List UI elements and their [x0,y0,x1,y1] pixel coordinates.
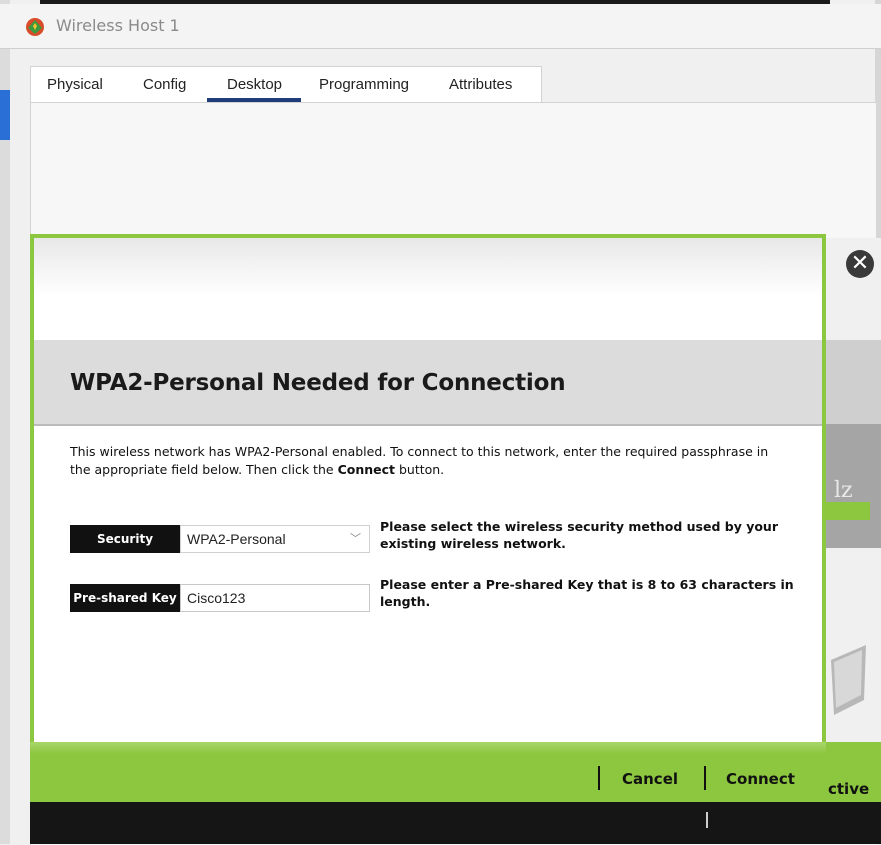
footer-highlight [30,742,826,754]
security-select-value: WPA2-Personal [187,531,286,547]
security-select[interactable]: WPA2-Personal ﹀ [180,525,370,553]
tab-desktop[interactable]: Desktop [227,76,282,93]
background-partial-button: ctive [828,780,870,798]
connect-separator [704,766,706,790]
pre-shared-key-input[interactable] [180,584,370,612]
tab-bar: Physical Config Desktop Programming Attr… [30,66,542,103]
window-title: Wireless Host 1 [56,16,180,35]
intro-connect-emphasis: Connect [337,462,395,477]
tab-attributes[interactable]: Attributes [449,76,512,93]
cancel-separator [598,766,600,790]
packet-tracer-icon [26,18,44,36]
left-edge-accent [0,90,10,140]
dialog-instructions: This wireless network has WPA2-Personal … [70,443,790,479]
title-bar: Wireless Host 1 [0,4,881,49]
tab-physical[interactable]: Physical [47,76,103,93]
intro-text-end: button. [394,462,445,477]
dialog-top-gradient [34,238,822,296]
chevron-down-icon: ﹀ [350,533,361,545]
background-partial-text: lz [834,478,853,503]
tab-programming[interactable]: Programming [319,76,409,93]
close-icon[interactable]: ✕ [846,250,874,278]
dialog-header: WPA2-Personal Needed for Connection [34,340,822,426]
background-header-strip [826,340,881,424]
pre-shared-key-label: Pre-shared Key [70,584,180,612]
wpa2-dialog: WPA2-Personal Needed for Connection This… [30,234,826,754]
window-left-edge [0,0,10,844]
security-label: Security [70,525,180,553]
text-cursor [706,812,708,828]
dialog-title: WPA2-Personal Needed for Connection [70,370,566,396]
background-device-graphic [831,645,866,715]
tab-config[interactable]: Config [143,76,186,93]
background-green-bar [826,502,870,520]
cancel-button[interactable]: Cancel [622,770,678,788]
connect-button[interactable]: Connect [726,770,795,788]
security-help-text: Please select the wireless security meth… [380,519,778,551]
bottom-dark-bar [30,802,881,844]
pre-shared-key-help-text: Please enter a Pre-shared Key that is 8 … [380,577,794,609]
